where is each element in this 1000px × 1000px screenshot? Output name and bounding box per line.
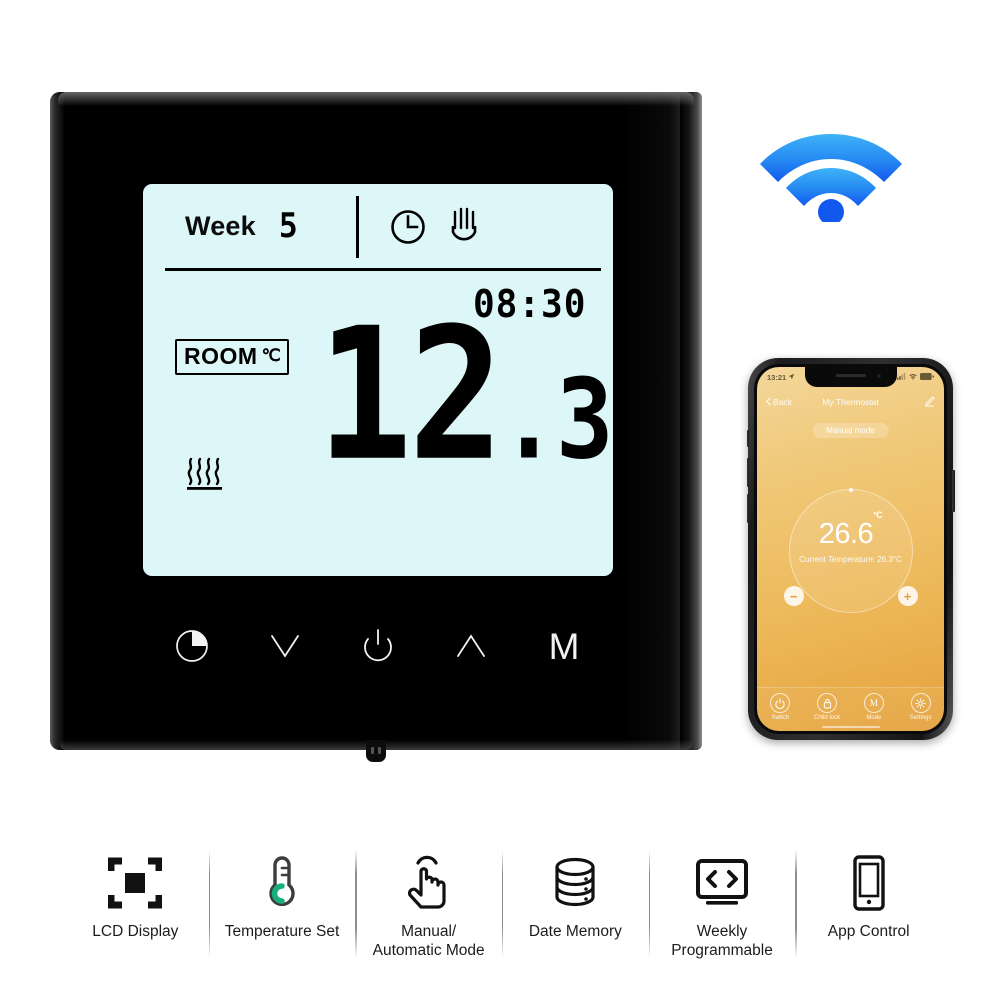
phone-power-button[interactable]: [952, 470, 955, 512]
feature-temperature-set-label: Temperature Set: [224, 923, 340, 940]
mode-pill[interactable]: Manual mode: [812, 423, 889, 438]
lcd-top-bar: Week 5: [143, 184, 613, 268]
smartphone-mockup: 13:21 Back My Thermostat Manual mode 26.…: [746, 358, 955, 740]
tab-child-lock-label: Child lock: [814, 715, 841, 721]
app-title: My Thermostat: [822, 397, 879, 407]
clock-icon: [389, 208, 427, 251]
cellular-signal-icon: [897, 372, 906, 382]
current-temperature-label: Current Temperature: 26.3°C: [799, 555, 902, 564]
dial-knob[interactable]: [848, 488, 853, 492]
device-left-bevel: [50, 92, 76, 750]
wifi-icon: [756, 112, 906, 225]
lcd-display-icon: [108, 852, 163, 914]
thermostat-device: Week 5 08:30 ROOM ℃ 12.3 M: [50, 92, 702, 762]
mode-button-label: M: [548, 625, 580, 667]
decrease-temperature-button[interactable]: −: [783, 586, 804, 606]
feature-date-memory: Date Memory: [502, 846, 649, 974]
hand-manual-icon: [446, 206, 484, 253]
smartphone-icon: [849, 852, 889, 914]
feature-app-control-label: App Control: [827, 923, 910, 940]
temperature-decimal: .3: [500, 354, 613, 485]
phone-volume-down-button[interactable]: [746, 494, 749, 523]
tab-settings[interactable]: Settings: [897, 693, 944, 721]
temperature-unit: °C: [873, 510, 883, 521]
product-image-canvas: Week 5 08:30 ROOM ℃ 12.3 M 13:21 Back My…: [0, 0, 1000, 1000]
week-value: 5: [278, 206, 300, 246]
device-bottom-screw: [366, 740, 386, 762]
lcd-screen: Week 5 08:30 ROOM ℃ 12.3: [143, 184, 613, 576]
power-icon: [770, 693, 791, 713]
home-indicator: [821, 725, 880, 728]
location-arrow-icon: [788, 373, 795, 382]
feature-date-memory-label: Date Memory: [528, 923, 622, 940]
phone-screen: 13:21 Back My Thermostat Manual mode 26.…: [757, 367, 944, 731]
main-temperature: 12.3: [317, 303, 613, 486]
phone-mute-switch[interactable]: [746, 430, 749, 447]
phone-status-bar: 13:21: [757, 367, 944, 387]
lcd-vertical-divider: [356, 196, 359, 258]
feature-app-control: App Control: [795, 846, 942, 974]
wifi-status-icon: [909, 373, 917, 382]
week-label: Week: [185, 210, 256, 241]
tab-switch[interactable]: Switch: [757, 693, 804, 721]
touch-button-row: M: [143, 608, 613, 684]
device-top-sheen: [58, 92, 694, 106]
feature-weekly-programmable: Weekly Programmable: [648, 846, 796, 974]
tab-child-lock[interactable]: Child lock: [804, 693, 851, 721]
app-tab-bar: Switch Child lock M Mode Settings: [757, 687, 944, 731]
set-temperature: 26.6°C: [818, 510, 883, 550]
pencil-edit-icon[interactable]: [924, 395, 935, 409]
tab-mode[interactable]: M Mode: [851, 693, 898, 721]
room-badge: ROOM ℃: [175, 339, 290, 375]
mode-m-icon: M: [863, 693, 884, 713]
tab-mode-label: Mode: [866, 715, 882, 721]
power-button[interactable]: [353, 621, 403, 671]
heating-waves-icon: [183, 454, 227, 499]
lock-icon: [817, 693, 838, 713]
temperature-integer: 12: [317, 288, 504, 502]
down-button[interactable]: [260, 621, 310, 671]
increase-temperature-button[interactable]: +: [897, 586, 918, 606]
feature-manual-auto-mode-label: Manual/ Automatic Mode: [372, 923, 485, 960]
device-right-bevel: [680, 92, 702, 750]
room-label: ROOM: [184, 343, 258, 369]
feature-strip: LCD Display Temperature Set Manual/ Auto…: [62, 846, 942, 974]
app-nav-bar: Back My Thermostat: [757, 391, 944, 413]
code-monitor-icon: [693, 852, 751, 914]
mode-button[interactable]: M: [539, 621, 589, 671]
hand-tap-icon: [402, 852, 456, 914]
tab-settings-label: Settings: [909, 715, 932, 721]
status-time: 13:21: [767, 372, 787, 382]
tab-switch-label: Switch: [771, 715, 790, 721]
gear-icon: [910, 693, 931, 713]
up-button[interactable]: [446, 621, 496, 671]
thermometer-icon: [260, 852, 304, 914]
feature-temperature-set: Temperature Set: [208, 846, 356, 974]
feature-lcd-display: LCD Display: [62, 846, 209, 974]
feature-manual-auto-mode: Manual/ Automatic Mode: [355, 846, 502, 974]
phone-bezel: 13:21 Back My Thermostat Manual mode 26.…: [754, 364, 947, 734]
clock-button[interactable]: [167, 621, 217, 671]
feature-lcd-display-label: LCD Display: [92, 923, 179, 940]
temperature-dial[interactable]: 26.6°C Current Temperature: 26.3°C − +: [783, 488, 918, 613]
phone-volume-up-button[interactable]: [746, 458, 749, 487]
lcd-horizontal-divider: [165, 268, 601, 271]
battery-icon: [920, 372, 934, 382]
room-unit: ℃: [261, 345, 282, 365]
database-icon: [549, 852, 601, 914]
feature-weekly-programmable-label: Weekly Programmable: [671, 923, 773, 960]
